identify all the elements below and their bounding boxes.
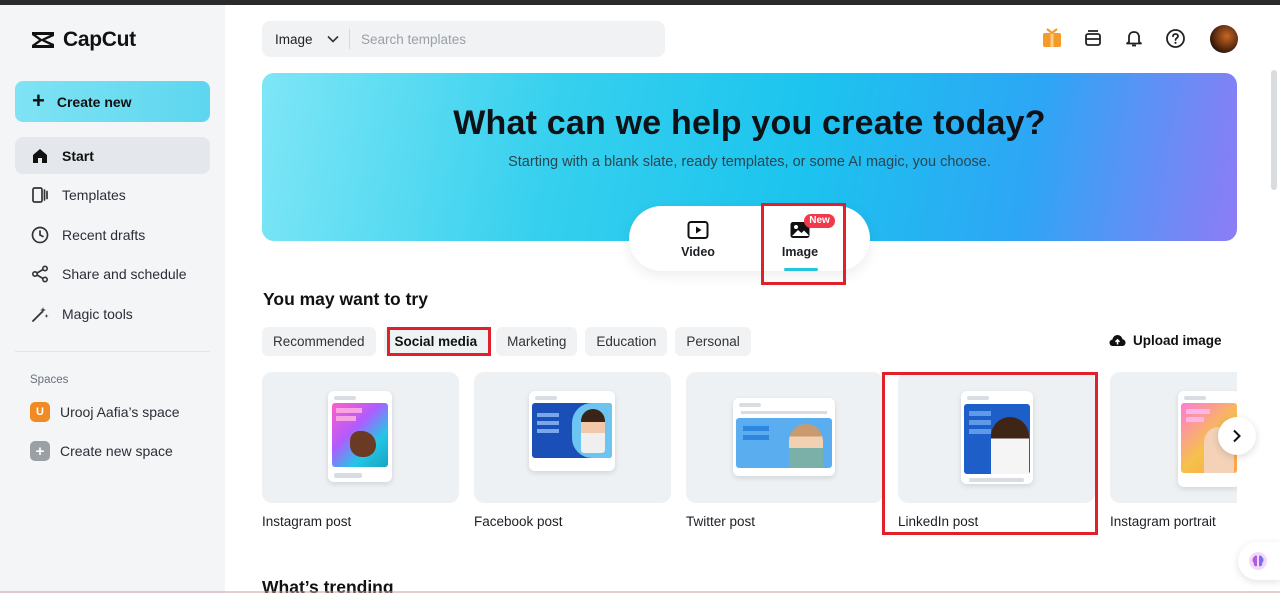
create-new-space-button[interactable]: + Create new space: [30, 441, 173, 461]
bell-icon: [1126, 31, 1142, 47]
template-card-twitter-post[interactable]: Twitter post: [686, 372, 883, 529]
phone-mockup: [529, 391, 615, 471]
help-icon: [1165, 28, 1185, 48]
template-label: LinkedIn post: [898, 514, 979, 529]
template-card-instagram-post[interactable]: Instagram post: [262, 372, 459, 529]
sidebar-nav: Start Templates Recent drafts Share and …: [15, 137, 210, 335]
sidebar-divider: [15, 351, 210, 352]
carousel-next-button[interactable]: [1218, 417, 1256, 455]
template-label: Facebook post: [474, 514, 563, 529]
sidebar-item-templates[interactable]: Templates: [15, 177, 210, 214]
storage-icon: [1085, 30, 1101, 46]
sidebar-item-label: Templates: [62, 187, 126, 203]
new-badge: New: [804, 214, 835, 228]
sidebar-item-label: Start: [62, 147, 94, 164]
plus-icon: +: [32, 87, 45, 113]
phone-mockup: [328, 391, 392, 482]
share-icon: [31, 265, 49, 283]
notifications-button[interactable]: [1122, 26, 1146, 50]
sidebar-item-share-and-schedule[interactable]: Share and schedule: [15, 256, 210, 293]
space-item-personal[interactable]: U Urooj Aafia’s space: [30, 402, 180, 422]
mode-label: Image: [781, 245, 819, 259]
template-card-linkedin-post[interactable]: LinkedIn post: [898, 372, 1095, 529]
mode-switcher: Video Image: [629, 206, 870, 271]
template-label: Instagram portrait: [1110, 514, 1216, 529]
mode-video-button[interactable]: Video: [668, 220, 728, 259]
plus-icon: +: [30, 441, 50, 461]
sidebar: CapCut + Create new Start Templates Rece…: [0, 5, 225, 593]
sidebar-item-magic-tools[interactable]: Magic tools: [15, 295, 210, 332]
search-bar: Image: [262, 21, 665, 57]
templates-icon: [32, 187, 48, 203]
sidebar-item-label: Recent drafts: [62, 226, 146, 243]
chip-education[interactable]: Education: [585, 327, 668, 356]
upload-image-label: Upload image: [1133, 333, 1222, 348]
chip-personal[interactable]: Personal: [675, 327, 751, 356]
template-card-facebook-post[interactable]: Facebook post: [474, 372, 671, 529]
section-title-suggestions: You may want to try: [263, 289, 428, 309]
sidebar-item-recent-drafts[interactable]: Recent drafts: [15, 216, 210, 253]
app-name: CapCut: [63, 28, 136, 51]
chip-marketing[interactable]: Marketing: [496, 327, 578, 356]
hero-title: What can we help you create today?: [453, 104, 1046, 142]
search-input[interactable]: [350, 31, 650, 47]
chevron-down-icon: [326, 35, 339, 43]
space-avatar: U: [30, 402, 50, 422]
sidebar-item-label: Magic tools: [62, 305, 133, 322]
phone-mockup: [961, 391, 1033, 484]
cloud-upload-icon: [1109, 335, 1126, 346]
active-mode-indicator: [784, 268, 818, 271]
brain-icon: [1249, 552, 1267, 570]
spaces-heading: Spaces: [30, 374, 69, 386]
gift-button[interactable]: [1040, 26, 1064, 50]
category-chips: Recommended Social media Marketing Educa…: [262, 327, 751, 356]
sidebar-item-label: Share and schedule: [62, 266, 187, 282]
create-new-label: Create new: [56, 93, 132, 110]
space-label: Urooj Aafia’s space: [60, 404, 180, 420]
mode-label: Video: [681, 245, 715, 259]
clock-icon: [31, 226, 49, 243]
video-play-icon: [687, 221, 709, 239]
ai-assistant-button[interactable]: [1238, 542, 1280, 580]
sidebar-item-start[interactable]: Start: [15, 137, 210, 174]
template-carousel: Instagram post Facebook post Twitter pos…: [262, 372, 1237, 537]
template-label: Instagram post: [262, 514, 352, 529]
chip-recommended[interactable]: Recommended: [262, 327, 376, 356]
upload-image-button[interactable]: Upload image: [1109, 333, 1222, 348]
template-label: Twitter post: [686, 514, 756, 529]
capcut-logo-icon: [32, 32, 54, 48]
phone-mockup: [733, 398, 835, 476]
page-scrollbar[interactable]: [1271, 70, 1277, 190]
gift-icon: [1043, 28, 1061, 47]
header-actions: [1040, 26, 1204, 50]
chevron-right-icon: [1233, 429, 1241, 443]
magic-wand-icon: [32, 306, 49, 322]
chip-social-media[interactable]: Social media: [383, 327, 489, 356]
space-label: Create new space: [60, 443, 173, 459]
template-thumbnail: [262, 372, 459, 503]
search-type-dropdown[interactable]: Image: [262, 32, 349, 47]
template-thumbnail: [898, 372, 1095, 503]
template-thumbnail: [474, 372, 671, 503]
template-thumbnail: [686, 372, 883, 503]
capcut-logo[interactable]: CapCut: [30, 28, 136, 52]
storage-button[interactable]: [1081, 26, 1105, 50]
create-new-button[interactable]: + Create new: [15, 81, 210, 122]
user-avatar[interactable]: [1210, 25, 1238, 53]
search-type-value: Image: [275, 31, 313, 47]
template-card-instagram-portrait[interactable]: Instagram portrait: [1110, 372, 1237, 529]
hero-subtitle: Starting with a blank slate, ready templ…: [508, 154, 991, 170]
home-icon: [33, 148, 47, 163]
help-button[interactable]: [1163, 26, 1187, 50]
